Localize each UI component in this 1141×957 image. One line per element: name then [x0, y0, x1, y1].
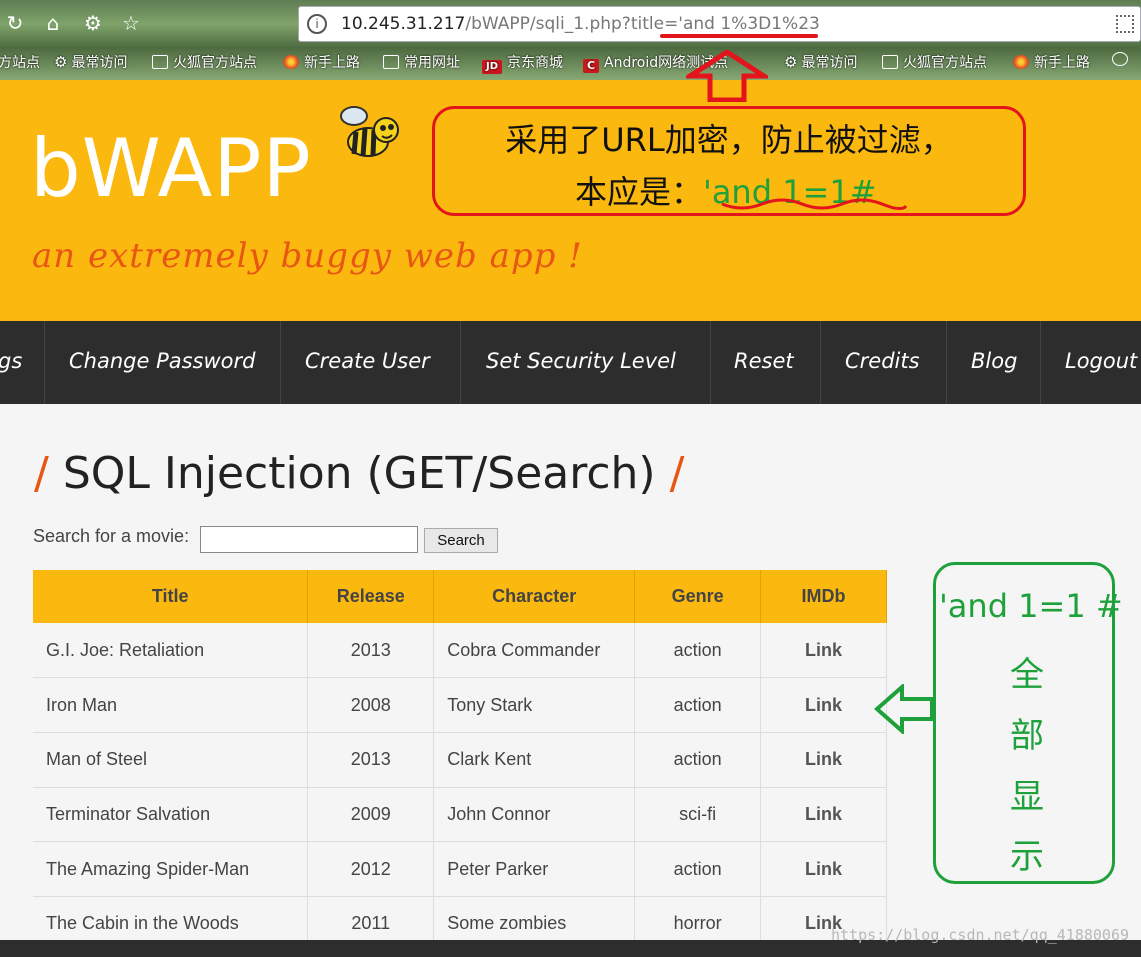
bookmark-item[interactable]: 火狐官方站点 — [152, 52, 257, 72]
bookmark-item[interactable] — [1112, 52, 1133, 68]
bookmarks-bar: 方站点 ⚙ 最常访问 火狐官方站点 新手上路 常用网址 JD 京东商城 C Andro… — [0, 48, 1141, 76]
home-icon[interactable]: ⌂ — [40, 10, 66, 36]
cell-genre: action — [634, 623, 762, 679]
url-highlight-underline — [660, 34, 818, 38]
column-header: Character — [433, 570, 636, 623]
folder-icon — [152, 55, 168, 69]
reload-icon[interactable]: ↻ — [2, 10, 28, 36]
imdb-link[interactable]: Link — [760, 677, 887, 733]
nav-item-change-password[interactable]: Change Password — [69, 349, 255, 373]
cell-title: Man of Steel — [33, 732, 309, 788]
url-host: 10.245.31.217 — [341, 14, 466, 34]
search-input[interactable] — [200, 526, 418, 553]
annotation-all-displayed: 'and 1=1 # 全 部 显 示 — [933, 562, 1123, 884]
cell-genre: action — [634, 677, 762, 733]
folder-icon — [383, 55, 399, 69]
watermark: https://blog.csdn.net/qq_41880069 — [830, 926, 1129, 944]
cell-character: Clark Kent — [433, 732, 636, 788]
firefox-icon — [1013, 55, 1029, 69]
cell-release: 2009 — [307, 787, 435, 843]
bookmark-item[interactable]: 常用网址 — [383, 52, 460, 72]
nav-item-logout[interactable]: Logout — [1065, 349, 1137, 373]
wavy-underline — [721, 198, 908, 211]
page-title: / SQL Injection (GET/Search) / — [34, 448, 685, 499]
qr-code-icon[interactable] — [1116, 15, 1134, 33]
nav-item-credits[interactable]: Credits — [845, 349, 920, 373]
up-arrow-icon — [686, 50, 768, 102]
cell-character: John Connor — [433, 787, 636, 843]
firefox-icon — [283, 55, 299, 69]
bookmark-item[interactable]: 方站点 — [0, 52, 40, 72]
left-arrow-icon — [874, 684, 934, 734]
nav-item-create-user[interactable]: Create User — [305, 349, 430, 373]
cell-release: 2013 — [307, 623, 435, 679]
nav-item-bugs[interactable]: gs — [0, 349, 22, 373]
bookmark-item[interactable]: 新手上路 — [1013, 52, 1090, 72]
globe-icon — [1112, 52, 1128, 66]
column-header: Genre — [634, 570, 762, 623]
info-icon[interactable]: i — [307, 14, 327, 34]
column-header: Title — [33, 570, 309, 623]
cell-genre: action — [634, 732, 762, 788]
url-path: /bWAPP/sqli_1.php?title='and 1%3D1%23 — [465, 14, 820, 34]
column-header: IMDb — [760, 570, 887, 623]
search-button[interactable]: Search — [424, 528, 498, 553]
table-row: G.I. Joe: Retaliation 2013 Cobra Command… — [33, 623, 887, 679]
imdb-link[interactable]: Link — [760, 841, 887, 897]
cell-release: 2013 — [307, 732, 435, 788]
annotation-char: 显 — [1010, 777, 1044, 817]
folder-icon — [882, 55, 898, 69]
imdb-link[interactable]: Link — [760, 623, 887, 679]
search-label: Search for a movie: — [33, 526, 190, 546]
bookmark-item[interactable]: ⚙ 最常访问 — [784, 52, 857, 72]
site-tagline: an extremely buggy web app ! — [32, 236, 583, 276]
cell-release: 2008 — [307, 677, 435, 733]
nav-item-security-level[interactable]: Set Security Level — [486, 349, 676, 373]
payload-text: 'and 1=1 # — [939, 587, 1123, 625]
c-brand-icon: C — [583, 59, 599, 73]
imdb-link[interactable]: Link — [760, 732, 887, 788]
gear-icon[interactable]: ⚙ — [80, 10, 106, 36]
table-row: Iron Man 2008 Tony Stark action Link — [33, 677, 887, 733]
column-header: Release — [307, 570, 435, 623]
nav-item-reset[interactable]: Reset — [734, 349, 794, 373]
annotation-char: 部 — [1010, 716, 1044, 756]
cell-title: Iron Man — [33, 677, 309, 733]
cell-title: The Amazing Spider-Man — [33, 841, 309, 897]
cell-title: G.I. Joe: Retaliation — [33, 623, 309, 679]
main-nav: gs Change Password Create User Set Secur… — [0, 321, 1141, 404]
site-logo[interactable]: bWAPP — [30, 122, 312, 215]
annotation-char: 全 — [1010, 655, 1044, 695]
cell-release: 2012 — [307, 841, 435, 897]
star-icon[interactable]: ☆ — [118, 10, 144, 36]
url-text[interactable]: 10.245.31.217/bWAPP/sqli_1.php?title='an… — [341, 14, 820, 34]
cell-genre: action — [634, 841, 762, 897]
table-header-row: Title Release Character Genre IMDb — [33, 570, 887, 623]
browser-chrome: ↻ ⌂ ⚙ ☆ i 10.245.31.217/bWAPP/sqli_1.php… — [0, 0, 1141, 80]
bookmark-item[interactable]: JD 京东商城 — [482, 52, 563, 74]
annotation-char: 示 — [1010, 837, 1044, 877]
movies-table: Title Release Character Genre IMDb G.I. … — [33, 570, 887, 952]
bookmark-item[interactable]: 火狐官方站点 — [882, 52, 987, 72]
cell-genre: sci-fi — [634, 787, 762, 843]
table-row: Terminator Salvation 2009 John Connor sc… — [33, 787, 887, 843]
gear-icon: ⚙ — [784, 53, 798, 71]
jd-icon: JD — [482, 60, 502, 74]
bookmark-item[interactable]: 新手上路 — [283, 52, 360, 72]
imdb-link[interactable]: Link — [760, 787, 887, 843]
table-row: The Amazing Spider-Man 2012 Peter Parker… — [33, 841, 887, 897]
cell-character: Tony Stark — [433, 677, 636, 733]
bee-icon — [340, 106, 399, 157]
cell-character: Peter Parker — [433, 841, 636, 897]
gear-icon: ⚙ — [54, 53, 68, 71]
annotation-text: 采用了URL加密，防止被过滤， — [505, 121, 953, 159]
cell-title: Terminator Salvation — [33, 787, 309, 843]
bookmark-item[interactable]: ⚙ 最常访问 — [54, 52, 127, 72]
table-row: Man of Steel 2013 Clark Kent action Link — [33, 732, 887, 788]
cell-character: Cobra Commander — [433, 623, 636, 679]
nav-item-blog[interactable]: Blog — [971, 349, 1017, 373]
